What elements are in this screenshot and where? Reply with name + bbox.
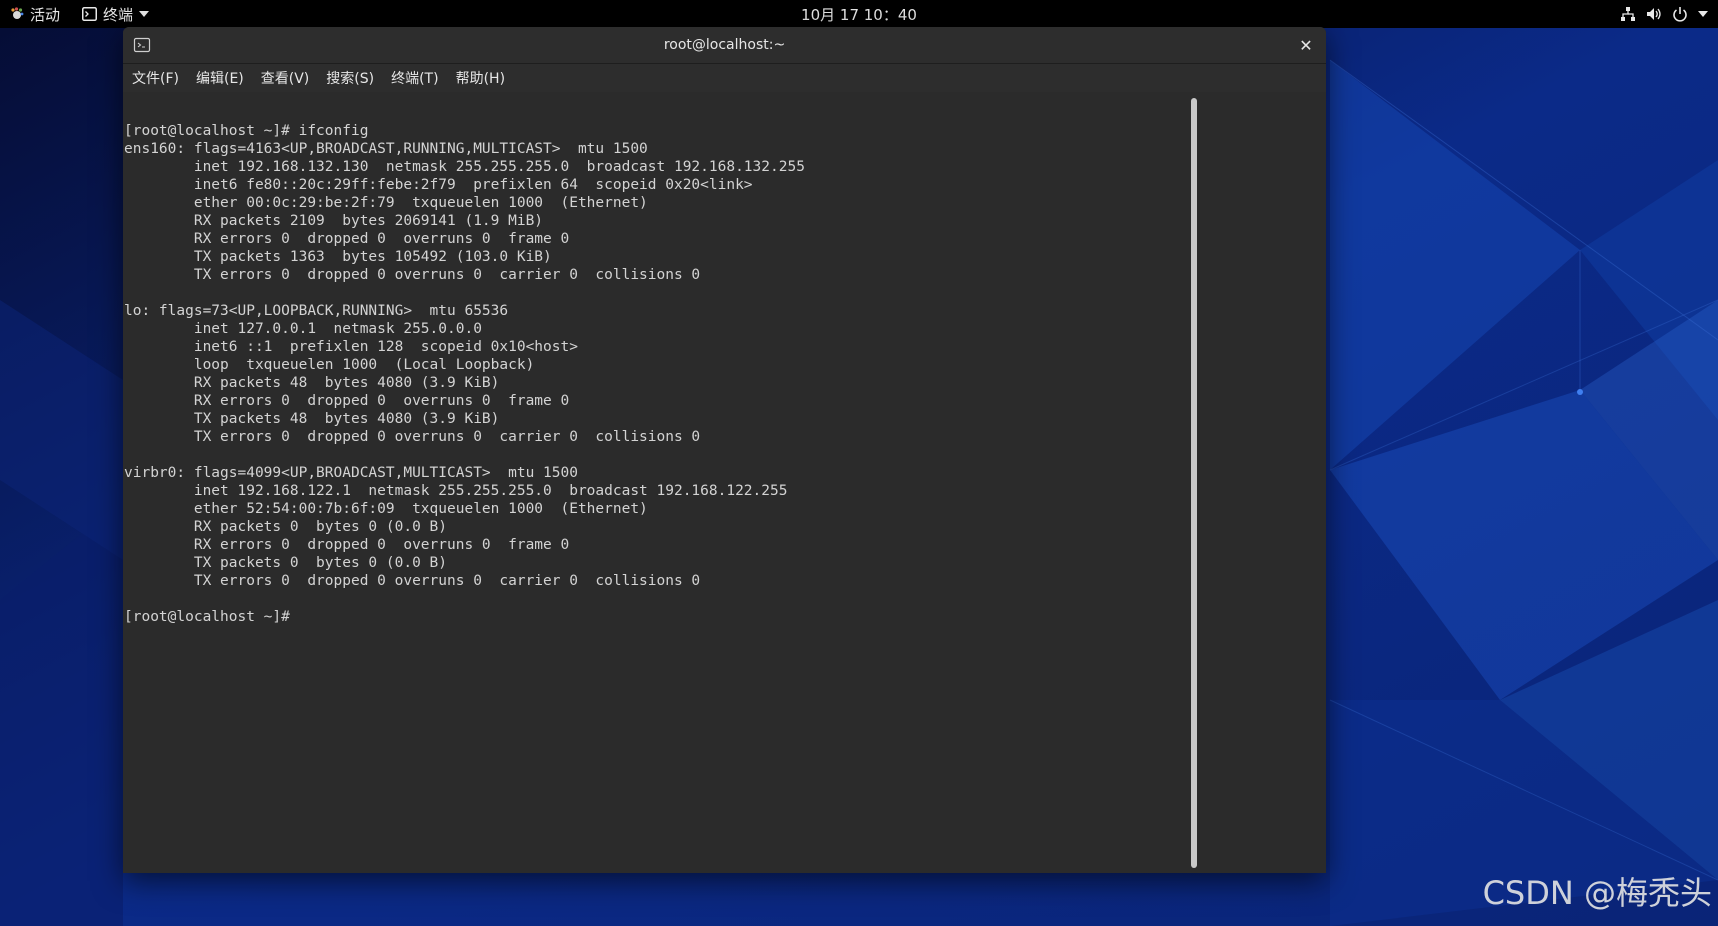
terminal-line: TX packets 1363 bytes 105492 (103.0 KiB) (124, 249, 552, 265)
terminal-line: ether 52:54:00:7b:6f:09 txqueuelen 1000 … (124, 501, 648, 517)
terminal-line: TX errors 0 dropped 0 overruns 0 carrier… (124, 573, 701, 589)
app-menu-button[interactable]: 终端 (82, 0, 150, 28)
clock[interactable]: 10月 17 10：40 (801, 4, 917, 25)
terminal-content[interactable]: [root@localhost ~]# ifconfig ens160: flag… (123, 92, 1326, 873)
terminal-output: [root@localhost ~]# ifconfig ens160: flag… (124, 122, 805, 626)
power-icon (1672, 6, 1688, 22)
clock-container: 10月 17 10：40 (0, 0, 1718, 28)
top-bar: 活动 终端 10月 17 10：40 (0, 0, 1718, 28)
terminal-line: loop txqueuelen 1000 (Local Loopback) (124, 357, 535, 373)
terminal-app-icon (82, 7, 97, 21)
menu-edit[interactable]: 编辑(E) (188, 68, 252, 88)
menu-file[interactable]: 文件(F) (124, 68, 187, 88)
window-title: root@localhost:~ (663, 37, 786, 53)
terminal-line: ether 00:0c:29:be:2f:79 txqueuelen 1000 … (124, 195, 648, 211)
terminal-line: inet 127.0.0.1 netmask 255.0.0.0 (124, 321, 482, 337)
activities-label: 活动 (30, 5, 61, 24)
gnome-foot-icon (10, 7, 24, 21)
terminal-line: [root@localhost ~]# ifconfig (124, 123, 369, 139)
terminal-line: inet 192.168.132.130 netmask 255.255.255… (124, 159, 805, 175)
watermark: CSDN @梅秃头 (1482, 874, 1712, 912)
terminal-line: RX packets 2109 bytes 2069141 (1.9 MiB) (124, 213, 544, 229)
activities-button[interactable]: 活动 (10, 0, 60, 28)
terminal-line: TX errors 0 dropped 0 overruns 0 carrier… (124, 267, 701, 283)
terminal-line: RX errors 0 dropped 0 overruns 0 frame 0 (124, 393, 570, 409)
window-titlebar[interactable]: root@localhost:~ ✕ (123, 27, 1326, 64)
menu-bar: 文件(F) 编辑(E) 查看(V) 搜索(S) 终端(T) 帮助(H) (123, 64, 1326, 92)
terminal-line: ens160: flags=4163<UP,BROADCAST,RUNNING,… (124, 141, 648, 157)
close-icon: ✕ (1299, 35, 1313, 55)
terminal-window[interactable]: root@localhost:~ ✕ 文件(F) 编辑(E) 查看(V) 搜索(… (123, 27, 1326, 873)
terminal-line: RX packets 48 bytes 4080 (3.9 KiB) (124, 375, 500, 391)
terminal-line: RX errors 0 dropped 0 overruns 0 frame 0 (124, 537, 570, 553)
terminal-line: TX errors 0 dropped 0 overruns 0 carrier… (124, 429, 701, 445)
terminal-line: TX packets 48 bytes 4080 (3.9 KiB) (124, 411, 500, 427)
desktop: 活动 终端 10月 17 10：40 root@localhost:~ ✕ 文件… (0, 0, 1718, 926)
menu-help[interactable]: 帮助(H) (448, 68, 513, 88)
terminal-line: inet6 fe80::20c:29ff:febe:2f79 prefixlen… (124, 177, 753, 193)
terminal-line: inet 192.168.122.1 netmask 255.255.255.0… (124, 483, 788, 499)
terminal-line: RX errors 0 dropped 0 overruns 0 frame 0 (124, 231, 570, 247)
menu-terminal[interactable]: 终端(T) (383, 68, 446, 88)
terminal-line: TX packets 0 bytes 0 (0.0 B) (124, 555, 448, 571)
terminal-scrollbar[interactable] (1191, 98, 1197, 868)
terminal-line: lo: flags=73<UP,LOOPBACK,RUNNING> mtu 65… (124, 303, 509, 319)
app-menu-label: 终端 (103, 5, 134, 24)
network-icon (1620, 6, 1636, 22)
menu-search[interactable]: 搜索(S) (318, 68, 382, 88)
system-status-area[interactable] (1620, 0, 1708, 28)
chevron-down-icon (1698, 11, 1708, 17)
terminal-line: [root@localhost ~]# (124, 609, 290, 625)
terminal-line: inet6 ::1 prefixlen 128 scopeid 0x10<hos… (124, 339, 578, 355)
close-button[interactable]: ✕ (1294, 33, 1318, 57)
volume-icon (1646, 6, 1662, 22)
menu-view[interactable]: 查看(V) (253, 68, 318, 88)
terminal-line: virbr0: flags=4099<UP,BROADCAST,MULTICAS… (124, 465, 578, 481)
terminal-line: RX packets 0 bytes 0 (0.0 B) (124, 519, 448, 535)
chevron-down-icon (139, 11, 150, 17)
